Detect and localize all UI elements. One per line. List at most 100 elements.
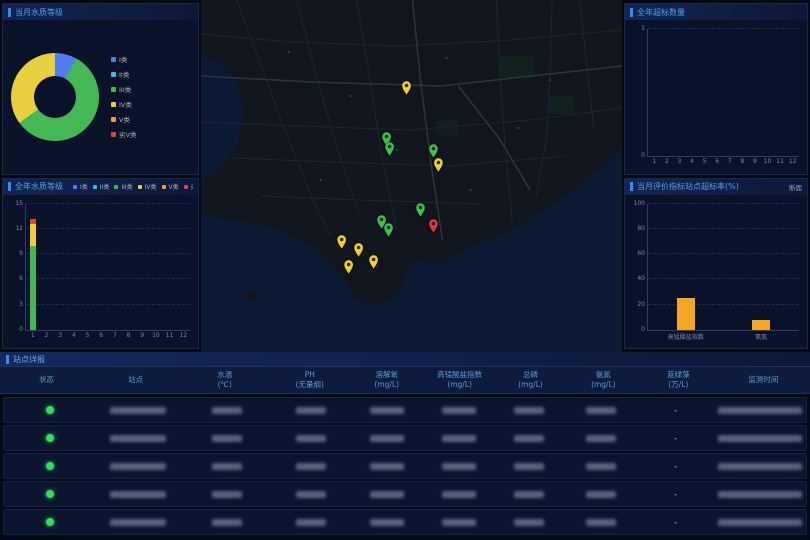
- legend-label: II类: [100, 182, 110, 191]
- redacted-value: [296, 491, 326, 498]
- table-title: 站点详报: [13, 354, 45, 365]
- table-cell: [493, 490, 565, 499]
- table-cell: [493, 518, 565, 527]
- x-axis: 高锰酸盐指数氨氮: [648, 332, 799, 341]
- y-axis-tick: 0: [641, 327, 645, 333]
- legend-item[interactable]: III类: [114, 182, 132, 191]
- station-table-section: 站点详报 状态站点水温(℃)PH(无量纲)溶解氧(mg/L)高锰酸盐指数(mg/…: [0, 352, 810, 540]
- map-pin[interactable]: [337, 235, 346, 249]
- y-axis-tick: 6: [19, 276, 23, 282]
- map-pin[interactable]: [354, 243, 363, 257]
- legend-swatch: [114, 185, 118, 189]
- redacted-value: [110, 519, 166, 526]
- redacted-value: [296, 407, 326, 414]
- table-row[interactable]: -: [3, 509, 807, 535]
- column-header: 溶解氧(mg/L): [348, 370, 425, 390]
- legend-label: I类: [80, 182, 88, 191]
- legend-item[interactable]: V类: [111, 114, 136, 124]
- legend-item[interactable]: IV类: [111, 99, 136, 109]
- redacted-value: [212, 463, 242, 470]
- legend-item[interactable]: V类: [162, 182, 179, 191]
- table-cell: [96, 434, 180, 443]
- column-header: 站点: [93, 375, 178, 385]
- legend-item[interactable]: I类: [111, 54, 136, 64]
- redacted-value: [586, 519, 616, 526]
- rate-bar: [752, 320, 770, 330]
- redacted-value: [514, 407, 544, 414]
- table-body: -----: [0, 394, 810, 535]
- map-pin[interactable]: [402, 81, 411, 95]
- panel-month-rate-header: 当月评价指标站点超标率(%) 断面: [625, 179, 807, 195]
- table-cell: [349, 406, 425, 415]
- table-cell: [425, 518, 493, 527]
- x-axis-tick: 4: [686, 158, 699, 165]
- table-cell: [349, 434, 425, 443]
- bar-segment: [30, 224, 36, 246]
- table-cell: [273, 434, 349, 443]
- table-row[interactable]: -: [3, 397, 807, 423]
- redacted-value: [296, 435, 326, 442]
- table-cell: [96, 490, 180, 499]
- x-axis-tick: 3: [53, 332, 67, 339]
- map-pin[interactable]: [429, 144, 438, 158]
- legend-item[interactable]: IV类: [138, 182, 157, 191]
- map-pin[interactable]: [434, 158, 443, 172]
- legend-item[interactable]: 劣V类: [111, 129, 136, 139]
- column-header: 监测时间: [717, 375, 810, 385]
- redacted-value: [370, 435, 404, 442]
- map-canvas[interactable]: [201, 0, 622, 352]
- legend-swatch: [162, 185, 166, 189]
- table-row[interactable]: -: [3, 425, 807, 451]
- column-header: 总磷(mg/L): [494, 370, 567, 390]
- table-header-row: 状态站点水温(℃)PH(无量纲)溶解氧(mg/L)高锰酸盐指数(mg/L)总磷(…: [0, 366, 810, 394]
- x-axis-tick: 11: [774, 158, 787, 165]
- table-row[interactable]: -: [3, 481, 807, 507]
- header-accent: [630, 8, 633, 17]
- legend-item[interactable]: III类: [111, 84, 136, 94]
- legend-swatch: [73, 185, 77, 189]
- map-pin[interactable]: [416, 203, 425, 217]
- status-dot: [46, 462, 54, 470]
- x-axis-tick: 1: [26, 332, 40, 339]
- redacted-value: [514, 435, 544, 442]
- legend-item[interactable]: I类: [73, 182, 88, 191]
- x-axis-tick: 11: [163, 332, 177, 339]
- month-rate-chart: 100806040200高锰酸盐指数氨氮: [625, 195, 807, 349]
- redacted-value: [442, 463, 476, 470]
- map-pin[interactable]: [369, 255, 378, 269]
- legend-item[interactable]: 劣V类: [184, 182, 193, 191]
- month-quality-chart-area: I类 II类 III类 IV类 V类劣V类: [3, 20, 198, 174]
- redacted-value: [212, 435, 242, 442]
- map-pin[interactable]: [344, 260, 353, 274]
- x-axis-tick: 8: [122, 332, 136, 339]
- legend-swatch: [111, 102, 116, 107]
- x-axis-tick: 10: [761, 158, 774, 165]
- rate-bar: [677, 298, 695, 330]
- table-cell: [96, 406, 180, 415]
- legend-item[interactable]: II类: [93, 182, 110, 191]
- section-filter[interactable]: 断面: [789, 182, 802, 192]
- table-cell: [714, 462, 806, 471]
- x-axis-tick: 12: [176, 332, 190, 339]
- legend-item[interactable]: II类: [111, 69, 136, 79]
- y-axis-tick: 1: [641, 26, 645, 32]
- table-cell: [493, 406, 565, 415]
- legend-label: I类: [119, 54, 127, 64]
- panel-title: 当月评价指标站点超标率(%): [637, 181, 739, 192]
- header-accent: [8, 182, 11, 191]
- table-title-bar: 站点详报: [0, 352, 810, 366]
- x-axis-tick: 10: [149, 332, 163, 339]
- redacted-value: [110, 435, 166, 442]
- legend-swatch: [111, 72, 116, 77]
- y-axis-tick: 40: [637, 276, 645, 282]
- x-axis-tick: 8: [736, 158, 749, 165]
- table-cell: [180, 518, 272, 527]
- legend-swatch: [111, 57, 116, 62]
- y-axis-tick: 9: [19, 251, 23, 257]
- table-cell: [714, 518, 806, 527]
- map-pin[interactable]: [429, 219, 438, 233]
- column-header: 氨氮(mg/L): [567, 370, 640, 390]
- map-pin[interactable]: [385, 142, 394, 156]
- table-row[interactable]: -: [3, 453, 807, 479]
- map-pin[interactable]: [384, 223, 393, 237]
